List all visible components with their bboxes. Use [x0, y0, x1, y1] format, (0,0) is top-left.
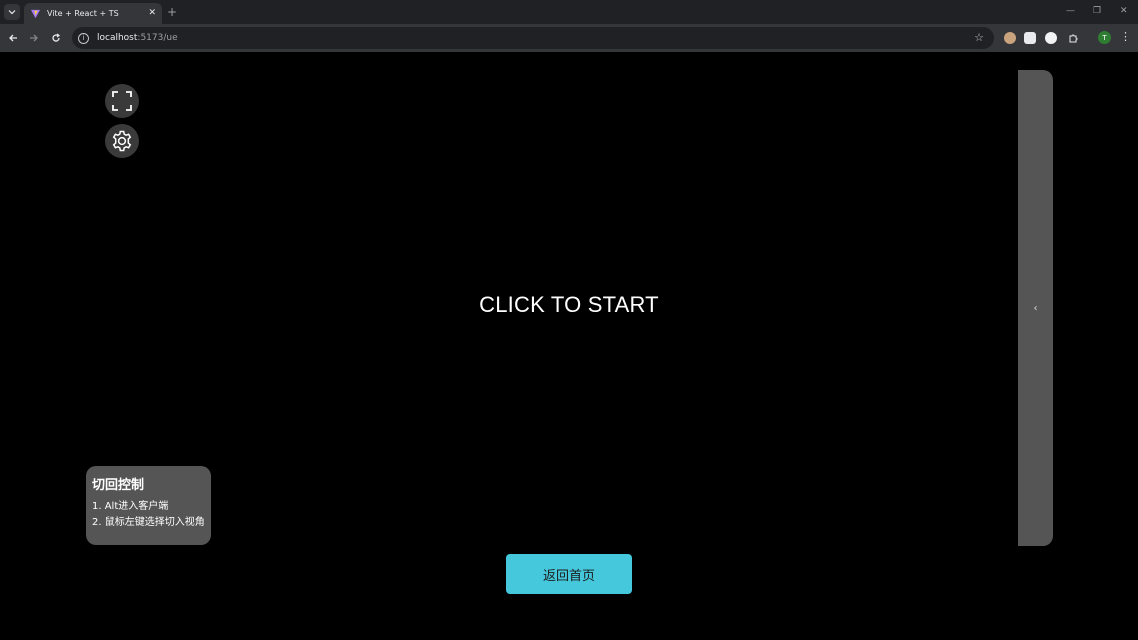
extension-icon[interactable] — [1045, 32, 1057, 44]
page-viewport: CLICK TO START ‹ 切回控制 1. Alt进入客户端 2. 鼠标左… — [0, 52, 1138, 640]
url-host: localhost — [97, 33, 138, 43]
browser-tab[interactable]: Vite + React + TS ✕ — [24, 3, 162, 24]
side-panel-toggle[interactable]: ‹ — [1018, 70, 1053, 546]
arrow-left-icon — [9, 34, 17, 42]
reload-button[interactable] — [49, 31, 63, 45]
puzzle-icon — [1069, 34, 1077, 42]
back-button[interactable] — [6, 31, 20, 45]
chevron-down-icon — [8, 10, 16, 15]
extensions-button[interactable] — [1066, 31, 1080, 45]
control-help-box: 切回控制 1. Alt进入客户端 2. 鼠标左键选择切入视角 — [86, 466, 211, 545]
url-path: :5173/ue — [137, 33, 178, 43]
site-info-icon[interactable]: i — [78, 32, 89, 44]
restore-button[interactable]: ❐ — [1093, 5, 1101, 17]
address-bar[interactable]: i localhost :5173/ue ☆ — [72, 27, 994, 49]
browser-toolbar: i localhost :5173/ue ☆ T ⋮ — [0, 24, 1138, 52]
tab-title: Vite + React + TS — [47, 9, 119, 18]
new-tab-button[interactable]: + — [167, 4, 177, 20]
browser-tab-bar: Vite + React + TS ✕ + — ❐ ✕ — [0, 0, 1138, 24]
fullscreen-button[interactable] — [105, 84, 139, 118]
bookmark-star-icon[interactable]: ☆ — [974, 31, 984, 44]
return-home-button[interactable]: 返回首页 — [506, 554, 632, 594]
help-line: 1. Alt进入客户端 — [92, 501, 169, 512]
chevron-left-icon: ‹ — [1033, 302, 1038, 314]
gear-icon — [112, 130, 132, 152]
minimize-button[interactable]: — — [1066, 5, 1075, 17]
extension-icon[interactable] — [1004, 32, 1016, 44]
vite-logo-icon — [30, 9, 41, 19]
click-to-start-text[interactable]: CLICK TO START — [0, 292, 1138, 318]
fullscreen-icon — [112, 91, 132, 111]
extension-icon[interactable] — [1024, 32, 1036, 44]
profile-avatar[interactable]: T — [1098, 31, 1111, 44]
browser-menu-icon[interactable]: ⋮ — [1120, 30, 1131, 44]
settings-button[interactable] — [105, 124, 139, 158]
reload-icon — [52, 33, 60, 42]
help-line: 2. 鼠标左键选择切入视角 — [92, 517, 205, 528]
tab-search-button[interactable] — [4, 4, 20, 20]
help-title: 切回控制 — [92, 478, 145, 493]
tab-close-button[interactable]: ✕ — [148, 9, 156, 18]
arrow-right-icon — [30, 34, 38, 42]
window-close-button[interactable]: ✕ — [1120, 5, 1128, 17]
forward-button[interactable] — [27, 31, 41, 45]
